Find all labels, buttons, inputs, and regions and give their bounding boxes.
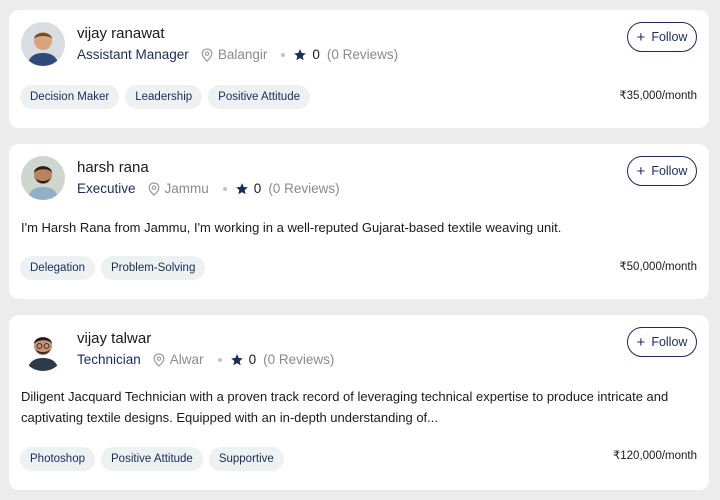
follow-label: Follow	[651, 30, 688, 44]
separator-dot	[281, 52, 286, 57]
profile-card[interactable]: harsh rana Executive Jammu 0 (0 Reviews)…	[9, 144, 709, 299]
skill-tags: Decision Maker Leadership Positive Attit…	[20, 85, 310, 109]
profile-name[interactable]: vijay talwar	[77, 330, 151, 347]
profile-role: Assistant Manager	[77, 47, 189, 62]
star-icon	[230, 353, 244, 367]
skill-tags: Photoshop Positive Attitude Supportive	[20, 447, 284, 471]
separator-dot	[222, 186, 227, 191]
rating-value: 0	[253, 181, 262, 196]
salary: ₹50,000/month	[619, 261, 697, 273]
profile-bio: I'm Harsh Rana from Jammu, I'm working i…	[21, 220, 562, 235]
plus-icon: +	[636, 162, 646, 180]
profile-role: Technician	[77, 352, 141, 367]
skill-tag: Supportive	[208, 447, 284, 471]
rating-value: 0	[248, 352, 257, 367]
rating-value: 0	[312, 47, 320, 62]
star-icon	[235, 182, 249, 196]
follow-button[interactable]: + Follow	[627, 156, 697, 186]
review-count[interactable]: (0 Reviews)	[263, 352, 334, 367]
skill-tag: Positive Attitude	[101, 447, 203, 471]
follow-button[interactable]: + Follow	[627, 22, 697, 52]
follow-button[interactable]: + Follow	[627, 327, 697, 357]
skill-tag: Problem-Solving	[100, 256, 206, 280]
profile-location: Jammu	[164, 181, 209, 196]
plus-icon: +	[636, 28, 646, 46]
map-pin-icon	[153, 352, 165, 367]
avatar[interactable]	[21, 156, 65, 200]
profile-meta: Executive Jammu 0 (0 Reviews)	[77, 181, 340, 196]
profile-name[interactable]: vijay ranawat	[77, 25, 165, 42]
map-pin-icon	[201, 47, 213, 62]
profile-location: Alwar	[169, 352, 204, 367]
star-icon	[293, 48, 307, 62]
review-count[interactable]: (0 Reviews)	[268, 181, 339, 196]
profile-bio: Diligent Jacquard Technician with a prov…	[21, 389, 669, 425]
profile-meta: Assistant Manager Balangir 0 (0 Reviews)	[77, 47, 398, 62]
salary: ₹120,000/month	[612, 450, 697, 462]
follow-label: Follow	[651, 164, 688, 178]
map-pin-icon	[148, 181, 160, 196]
plus-icon: +	[636, 333, 646, 351]
skill-tags: Delegation Problem-Solving	[20, 256, 206, 280]
separator-dot	[217, 357, 222, 362]
skill-tag: Photoshop	[20, 447, 95, 471]
skill-tag: Leadership	[125, 85, 203, 109]
avatar[interactable]	[21, 327, 65, 371]
avatar[interactable]	[21, 22, 65, 66]
profile-list: vijay ranawat Assistant Manager Balangir…	[0, 0, 720, 500]
follow-label: Follow	[651, 335, 688, 349]
profile-location: Balangir	[217, 47, 268, 62]
skill-tag: Decision Maker	[20, 85, 120, 109]
salary: ₹35,000/month	[619, 90, 697, 102]
skill-tag: Positive Attitude	[208, 85, 310, 109]
profile-name[interactable]: harsh rana	[77, 159, 149, 176]
profile-meta: Technician Alwar 0 (0 Reviews)	[77, 352, 334, 367]
profile-card[interactable]: vijay talwar Technician Alwar 0 (0 Revie…	[9, 315, 709, 490]
skill-tag: Delegation	[20, 256, 95, 280]
profile-role: Executive	[77, 181, 136, 196]
review-count[interactable]: (0 Reviews)	[327, 47, 398, 62]
profile-card[interactable]: vijay ranawat Assistant Manager Balangir…	[9, 10, 709, 128]
